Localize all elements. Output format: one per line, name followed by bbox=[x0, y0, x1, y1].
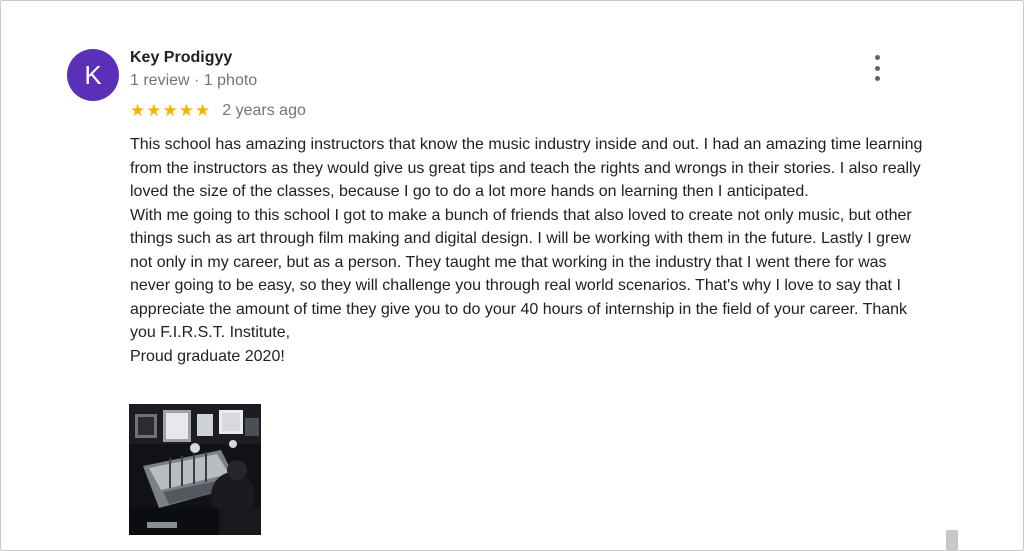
star-icon: ★ bbox=[130, 101, 146, 120]
review-text: This school has amazing instructors that… bbox=[130, 133, 930, 368]
more-vert-icon-dot bbox=[874, 55, 880, 60]
more-vert-icon-dot bbox=[874, 65, 880, 71]
star-icon: ★ bbox=[195, 101, 211, 120]
studio-photo-image bbox=[129, 404, 261, 535]
review-card: K Key Prodigyy 1 review · 1 photo ★ ★ ★ … bbox=[0, 0, 1024, 551]
star-icon: ★ bbox=[178, 101, 194, 120]
more-vert-icon-dot bbox=[874, 76, 880, 81]
rating-row: ★ ★ ★ ★ ★ 2 years ago bbox=[130, 101, 306, 121]
star-rating: ★ ★ ★ ★ ★ bbox=[130, 102, 210, 120]
author-meta: 1 review · 1 photo bbox=[130, 72, 258, 89]
star-icon: ★ bbox=[162, 101, 178, 120]
avatar[interactable]: K bbox=[67, 49, 119, 101]
review-paragraph: With me going to this school I got to ma… bbox=[130, 206, 912, 342]
review-age: 2 years ago bbox=[222, 102, 306, 119]
review-paragraph: Proud graduate 2020! bbox=[130, 347, 285, 365]
star-icon: ★ bbox=[146, 101, 162, 120]
author-name[interactable]: Key Prodigyy bbox=[130, 49, 232, 67]
review-photo[interactable] bbox=[129, 404, 261, 535]
more-options-button[interactable] bbox=[867, 55, 887, 81]
review-paragraph: This school has amazing instructors that… bbox=[130, 136, 923, 200]
scrollbar-thumb[interactable] bbox=[946, 530, 958, 551]
